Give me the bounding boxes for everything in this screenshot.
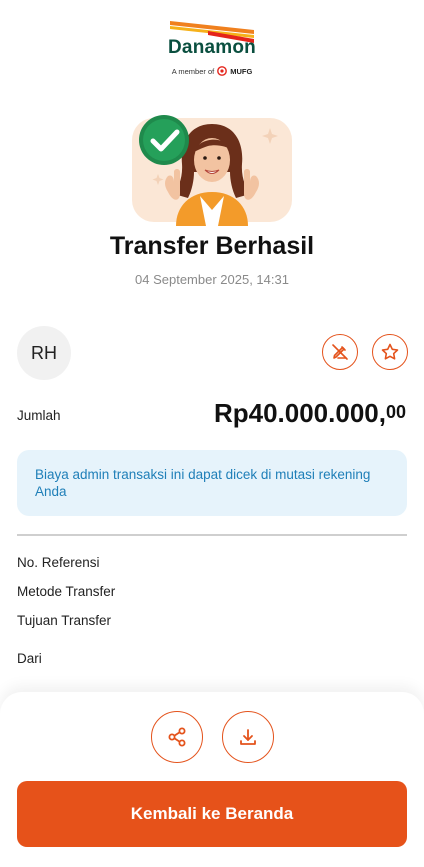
share-button[interactable]	[151, 711, 203, 763]
partner-name: MUFG	[230, 66, 253, 76]
favorite-button[interactable]	[372, 334, 408, 370]
recipient-avatar: RH	[17, 326, 71, 380]
source-account-label: Dari	[17, 651, 42, 666]
page-title: Transfer Berhasil	[109, 232, 315, 260]
amount-value: Rp40.000.000,00	[214, 398, 406, 429]
info-text: Biaya admin transaksi ini dapat dicek di…	[35, 467, 371, 499]
no-edit-icon	[332, 344, 348, 360]
share-icon	[168, 727, 186, 747]
back-to-home-button[interactable]: Kembali ke Beranda	[17, 781, 407, 847]
transfer-destination-label: Tujuan Transfer	[17, 613, 112, 628]
download-button[interactable]	[222, 711, 274, 763]
transfer-datetime: 04 September 2025, 14:31	[135, 272, 289, 287]
transfer-method-label: Metode Transfer	[17, 584, 116, 599]
star-icon	[381, 343, 399, 360]
download-icon	[240, 729, 256, 745]
back-to-home-label: Kembali ke Beranda	[130, 804, 294, 823]
tagline-text: A member of	[171, 66, 215, 76]
mufg-logo-icon	[217, 66, 228, 76]
amount-label: Jumlah	[17, 408, 61, 423]
bottom-action-sheet: Kembali ke Beranda	[0, 692, 424, 867]
amount-main: Rp40.000.000,	[213, 398, 386, 428]
admin-fee-info-banner: Biaya admin transaksi ini dapat dicek di…	[17, 450, 407, 516]
brand-tagline: A member of MUFG	[0, 66, 424, 76]
remove-favorite-button[interactable]	[322, 334, 358, 370]
recipient-initials: RH	[31, 342, 57, 363]
brand-wordmark: Danamon	[168, 37, 256, 58]
reference-number-label: No. Referensi	[17, 555, 100, 570]
amount-decimals: 00	[385, 402, 406, 422]
divider	[17, 534, 407, 536]
success-illustration	[132, 115, 292, 226]
